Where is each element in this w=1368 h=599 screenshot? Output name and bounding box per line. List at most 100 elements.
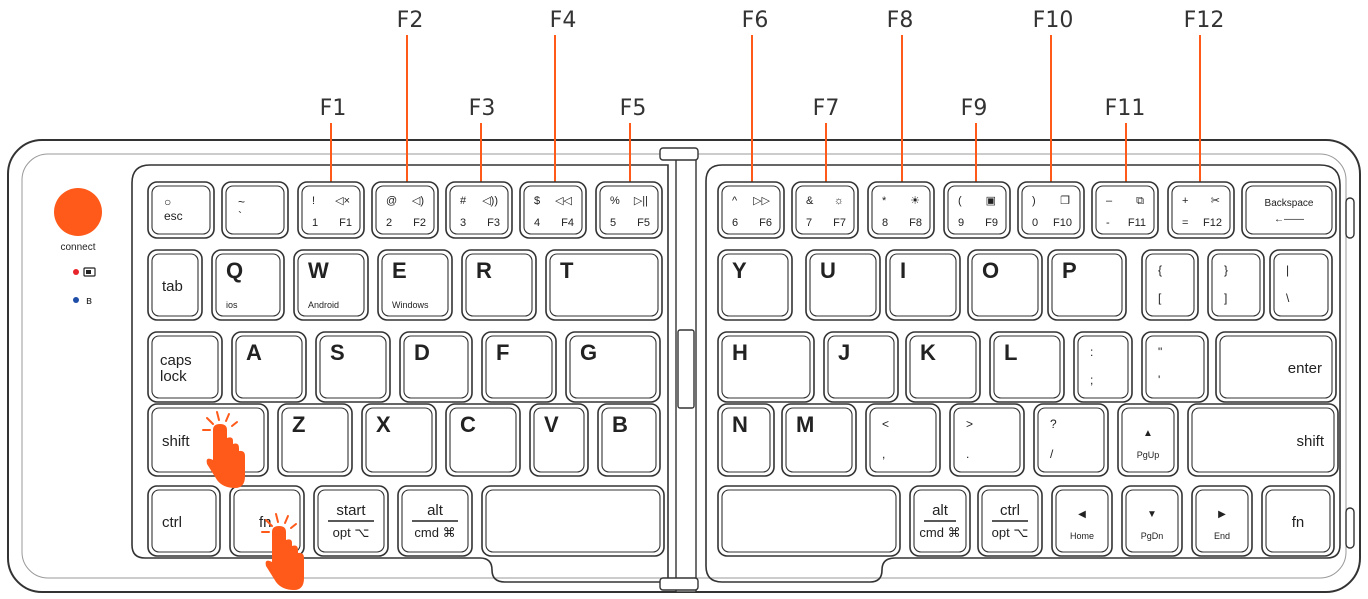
key-k-right-row3-2[interactable]: K: [905, 331, 981, 403]
key-f-left-row3-4[interactable]: F: [481, 331, 557, 403]
key-cap[interactable]: [1121, 485, 1183, 557]
key-sym-right-row4-3[interactable]: >.: [949, 403, 1025, 477]
key-cap[interactable]: [805, 249, 881, 321]
key-cap[interactable]: [967, 249, 1043, 321]
key-sym-right-row1-5[interactable]: – ⧉ - F11: [1091, 181, 1159, 239]
key-cap[interactable]: [361, 403, 437, 477]
key-t-left-row2-5[interactable]: T: [545, 249, 663, 321]
key-sym-right-row3-5[interactable]: "': [1141, 331, 1209, 403]
key-sym-right-row1-3[interactable]: (▣ 9 F9: [943, 181, 1011, 239]
key-cap[interactable]: [943, 181, 1011, 239]
key-cap[interactable]: [315, 331, 391, 403]
key-sym-right-row2-5[interactable]: {[: [1141, 249, 1199, 321]
key-cap[interactable]: [1141, 249, 1199, 321]
key-cap[interactable]: [1241, 181, 1337, 239]
key-cap[interactable]: [529, 403, 589, 477]
key-cap[interactable]: [1167, 181, 1235, 239]
key-z-left-row4-1[interactable]: Z: [277, 403, 353, 477]
key-blank-left-row5-4[interactable]: [481, 485, 665, 557]
key-cap[interactable]: [231, 331, 307, 403]
key-sym-right-row1-2[interactable]: * ☀ 8 F8: [867, 181, 935, 239]
key-cap[interactable]: [989, 331, 1065, 403]
key-n-right-row4-0[interactable]: N: [717, 403, 775, 477]
key-backspace-right-row1-7[interactable]: Backspace ←——: [1241, 181, 1337, 239]
key-q-left-row2-1[interactable]: Qios: [211, 249, 285, 321]
key-g-left-row3-5[interactable]: G: [565, 331, 661, 403]
key-cap[interactable]: [717, 485, 901, 557]
key-enter-right-row3-6[interactable]: enter: [1215, 331, 1337, 403]
key-cap[interactable]: [297, 181, 365, 239]
key-cap[interactable]: [1091, 181, 1159, 239]
key-sym-right-row4-5[interactable]: ▲ PgUp: [1117, 403, 1179, 477]
key-r-left-row2-4[interactable]: R: [461, 249, 537, 321]
key-cap[interactable]: [717, 249, 793, 321]
key-cap[interactable]: [791, 181, 859, 239]
key-d-left-row3-3[interactable]: D: [399, 331, 473, 403]
key-ctrl-right-row5-2[interactable]: ctrl opt ⌥: [977, 485, 1043, 557]
key-sym-left-row1-1[interactable]: ~`: [221, 181, 289, 239]
key-sym-right-row5-3[interactable]: ◀ Home: [1051, 485, 1113, 557]
key-cap[interactable]: [717, 181, 785, 239]
key-x-left-row4-2[interactable]: X: [361, 403, 437, 477]
key-cap[interactable]: [519, 181, 587, 239]
key-cap[interactable]: [481, 485, 665, 557]
key-sym-right-row5-4[interactable]: ▼ PgDn: [1121, 485, 1183, 557]
key-ctrl-left-row5-0[interactable]: ctrl: [147, 485, 221, 557]
key-cap[interactable]: [595, 181, 663, 239]
key-cap[interactable]: [481, 331, 557, 403]
key-blank-right-row5-0[interactable]: [717, 485, 901, 557]
key-p-right-row2-4[interactable]: P: [1047, 249, 1127, 321]
key-l-right-row3-3[interactable]: L: [989, 331, 1065, 403]
key-j-right-row3-1[interactable]: J: [823, 331, 899, 403]
key-sym-left-row1-4[interactable]: # ◁)) 3 F3: [445, 181, 513, 239]
key-cap[interactable]: [1073, 331, 1133, 403]
key-sym-right-row4-2[interactable]: <,: [865, 403, 941, 477]
key-cap[interactable]: [1033, 403, 1109, 477]
key-s-left-row3-2[interactable]: S: [315, 331, 391, 403]
key-cap[interactable]: [277, 403, 353, 477]
key-e-left-row2-3[interactable]: E Windows: [377, 249, 453, 321]
key-m-right-row4-1[interactable]: M: [781, 403, 857, 477]
key-y-right-row2-0[interactable]: Y: [717, 249, 793, 321]
key-cap[interactable]: [1191, 485, 1253, 557]
key-cap[interactable]: [781, 403, 857, 477]
key-caps-lock-left-row3-0[interactable]: capslock: [147, 331, 223, 403]
key-cap[interactable]: [445, 181, 513, 239]
key-i-right-row2-2[interactable]: I: [885, 249, 961, 321]
key-sym-right-row1-1[interactable]: & ☼ 7 F7: [791, 181, 859, 239]
key-alt-right-row5-1[interactable]: alt cmd ⌘: [909, 485, 971, 557]
key-cap[interactable]: [1017, 181, 1085, 239]
key-cap[interactable]: [221, 181, 289, 239]
key-cap[interactable]: [1207, 249, 1265, 321]
key-sym-left-row1-5[interactable]: $ ◁◁ 4 F4: [519, 181, 587, 239]
key-cap[interactable]: [1269, 249, 1333, 321]
key-shift-right-row4-6[interactable]: shift: [1187, 403, 1339, 477]
key-sym-right-row1-0[interactable]: ^ ▷▷ 6 F6: [717, 181, 785, 239]
key-sym-left-row1-0[interactable]: ○esc: [147, 181, 215, 239]
key-cap[interactable]: [1117, 403, 1179, 477]
key-sym-left-row1-3[interactable]: @ ◁) 2 F2: [371, 181, 439, 239]
key-sym-right-row1-6[interactable]: + ✂ = F12: [1167, 181, 1235, 239]
key-w-left-row2-2[interactable]: W Android: [293, 249, 369, 321]
key-cap[interactable]: [949, 403, 1025, 477]
key-cap[interactable]: [1141, 331, 1209, 403]
key-fn-right-row5-6[interactable]: fn: [1261, 485, 1335, 557]
key-alt-left-row5-3[interactable]: alt cmd ⌘: [397, 485, 473, 557]
key-v-left-row4-4[interactable]: V: [529, 403, 589, 477]
key-sym-left-row1-2[interactable]: ! ◁× 1 F1: [297, 181, 365, 239]
key-sym-right-row4-4[interactable]: ?/: [1033, 403, 1109, 477]
key-cap[interactable]: [1051, 485, 1113, 557]
key-cap[interactable]: [461, 249, 537, 321]
key-cap[interactable]: [865, 403, 941, 477]
key-cap[interactable]: [371, 181, 439, 239]
key-sym-right-row2-7[interactable]: |\: [1269, 249, 1333, 321]
key-cap[interactable]: [445, 403, 521, 477]
key-cap[interactable]: [885, 249, 961, 321]
key-cap[interactable]: [597, 403, 661, 477]
key-b-left-row4-5[interactable]: B: [597, 403, 661, 477]
connect-button[interactable]: [54, 188, 102, 236]
key-cap[interactable]: [905, 331, 981, 403]
key-sym-right-row5-5[interactable]: ▶ End: [1191, 485, 1253, 557]
key-sym-right-row3-4[interactable]: :;: [1073, 331, 1133, 403]
key-sym-right-row2-6[interactable]: }]: [1207, 249, 1265, 321]
